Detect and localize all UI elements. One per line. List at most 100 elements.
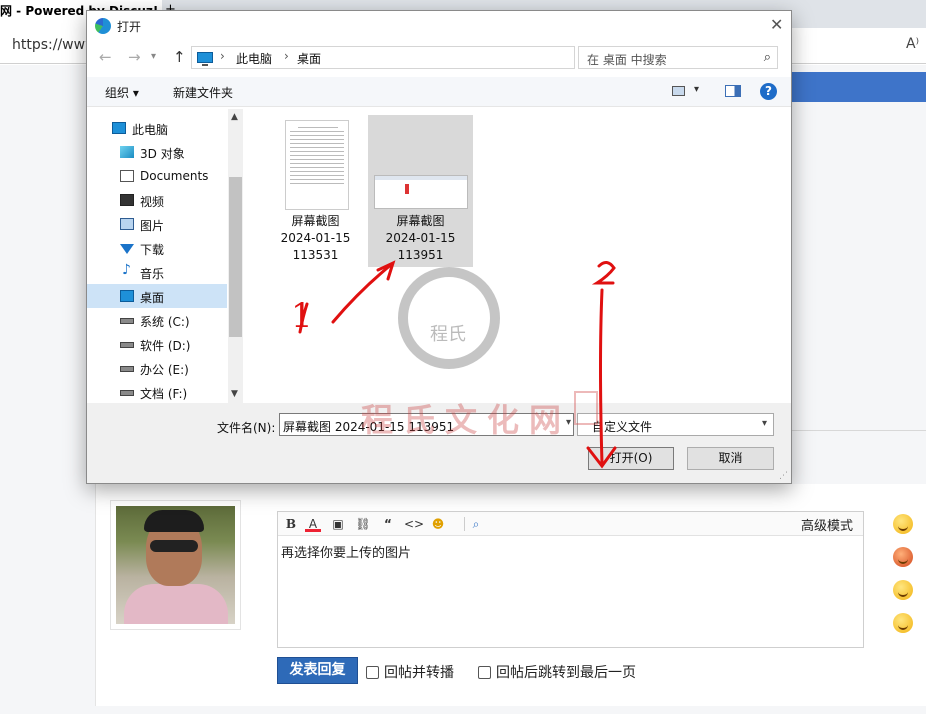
filename-dropdown-icon[interactable]: ▾	[566, 417, 571, 428]
download-icon	[120, 244, 134, 254]
emoji-icon[interactable]: ☻	[430, 516, 446, 532]
advanced-mode-link[interactable]: 高级模式	[801, 515, 853, 534]
tree-item-drive-d[interactable]: 软件 (D:)	[87, 332, 227, 356]
code-icon[interactable]: <>	[404, 516, 424, 532]
submit-reply-button[interactable]: 发表回复	[277, 657, 358, 684]
reply-editor: B A ▣ ⛓ “ <> ☻ ⌕ 高级模式 再选择你要上传的图片	[277, 511, 864, 648]
forward-arrow-icon[interactable]: →	[128, 48, 141, 66]
jump-last-label: 回帖后跳转到最后一页	[496, 665, 636, 681]
search-placeholder: 在 桌面 中搜索	[587, 53, 667, 67]
navigation-row: ← → ▾ ↑ › 此电脑 › 桌面 ▾ ↻ 在 桌面 中搜索 ⌕	[87, 46, 791, 70]
avatar-hair	[144, 510, 204, 532]
view-dropdown-icon[interactable]: ▾	[694, 84, 699, 95]
new-folder-button[interactable]: 新建文件夹	[173, 84, 233, 101]
smiley-icon[interactable]	[893, 580, 913, 600]
jump-last-checkbox[interactable]	[478, 665, 491, 679]
tree-item-label: 文档 (F:)	[140, 387, 188, 401]
tree-item-drive-f[interactable]: 文档 (F:)	[87, 380, 227, 403]
tree-item-label: 视频	[140, 195, 165, 209]
tree-item-label: 图片	[140, 219, 165, 233]
font-color-icon[interactable]: A	[305, 516, 321, 532]
close-button[interactable]: ✕	[770, 15, 783, 34]
music-icon: ♪	[122, 262, 131, 278]
address-path[interactable]: › 此电脑 › 桌面 ▾ ↻	[191, 46, 670, 69]
filetype-dropdown-icon[interactable]: ▾	[762, 418, 767, 429]
avatar-sunglasses	[150, 540, 198, 552]
breadcrumb-this-pc[interactable]: 此电脑	[236, 50, 272, 67]
breadcrumb-separator: ›	[220, 49, 225, 63]
computer-icon	[197, 52, 213, 66]
editor-content[interactable]: 再选择你要上传的图片	[278, 536, 863, 567]
organize-menu[interactable]: 组织 ▾	[105, 84, 139, 101]
drive-icon	[120, 390, 134, 396]
tree-item-downloads[interactable]: 下载	[87, 236, 227, 260]
tree-item-drive-c[interactable]: 系统 (C:)	[87, 308, 227, 332]
drive-icon	[120, 342, 134, 348]
dialog-title: 打开	[117, 20, 142, 34]
scroll-up-icon[interactable]: ▲	[231, 112, 238, 122]
open-button[interactable]: 打开(O)	[588, 447, 674, 470]
navigation-scrollbar[interactable]: ▲ ▼	[228, 109, 243, 403]
toolbar-separator	[464, 517, 465, 531]
bold-icon[interactable]: B	[283, 516, 299, 532]
search-icon[interactable]: ⌕	[764, 50, 771, 65]
search-field[interactable]: 在 桌面 中搜索 ⌕	[578, 46, 778, 69]
repost-checkbox[interactable]	[366, 665, 379, 679]
drive-icon	[120, 366, 134, 372]
tree-item-pictures[interactable]: 图片	[87, 212, 227, 236]
view-mode-icon[interactable]	[672, 86, 685, 96]
browser-logo-icon	[95, 18, 111, 34]
avatar[interactable]	[116, 506, 235, 624]
filename-input[interactable]: 屏幕截图 2024-01-15 113951 ▾	[279, 413, 574, 436]
attachment-icon[interactable]: ⌕	[468, 516, 484, 532]
smiley-icon[interactable]	[893, 613, 913, 633]
resize-grip-icon[interactable]: ⋰	[779, 471, 788, 481]
dialog-toolbar: 组织 ▾ 新建文件夹 ▾ ?	[87, 77, 791, 107]
file-item-selected[interactable]: 屏幕截图 2024-01-15 113951	[368, 115, 473, 267]
help-icon[interactable]: ?	[760, 83, 777, 100]
filetype-select[interactable]: 自定义文件 ▾	[577, 413, 774, 436]
filename-value: 屏幕截图 2024-01-15 113951	[283, 420, 455, 434]
tree-item-this-pc[interactable]: 此电脑	[87, 116, 227, 140]
navigation-pane: 此电脑 3D 对象 Documents 视频 图片 下载 ♪ 音乐 桌面 系统 …	[87, 109, 243, 403]
dialog-title-bar[interactable]: 打开 ✕	[87, 11, 791, 41]
scroll-down-icon[interactable]: ▼	[231, 389, 238, 399]
filetype-value: 自定义文件	[592, 420, 653, 434]
breadcrumb-separator: ›	[284, 49, 289, 63]
desktop-icon	[120, 290, 134, 302]
tree-item-videos[interactable]: 视频	[87, 188, 227, 212]
repost-label: 回帖并转播	[384, 665, 454, 681]
tree-item-3d-objects[interactable]: 3D 对象	[87, 140, 227, 164]
smiley-icon[interactable]	[893, 514, 913, 534]
tree-item-label: 软件 (D:)	[140, 339, 191, 353]
preview-pane-icon[interactable]	[725, 85, 741, 97]
document-icon	[120, 170, 134, 182]
tree-item-label: 此电脑	[132, 123, 169, 137]
scrollbar-thumb[interactable]	[229, 177, 242, 337]
back-arrow-icon[interactable]: ←	[99, 48, 112, 66]
tree-item-music[interactable]: ♪ 音乐	[87, 260, 227, 284]
image-icon[interactable]: ▣	[330, 516, 346, 532]
tree-item-documents[interactable]: Documents	[87, 164, 227, 188]
tree-item-label: 3D 对象	[140, 147, 185, 161]
cancel-button[interactable]: 取消	[687, 447, 774, 470]
jump-last-option[interactable]: 回帖后跳转到最后一页	[478, 662, 636, 682]
tree-item-desktop[interactable]: 桌面	[87, 284, 227, 308]
file-item[interactable]: 屏幕截图 2024-01-15 113531	[263, 115, 368, 267]
up-arrow-icon[interactable]: ↑	[173, 48, 186, 66]
link-icon[interactable]: ⛓	[355, 516, 371, 532]
divider	[792, 430, 926, 431]
document-thumbnail-icon	[285, 120, 349, 210]
read-aloud-icon[interactable]: A⁾	[906, 36, 919, 52]
url-text[interactable]: https://www	[12, 37, 97, 53]
recent-dropdown-icon[interactable]: ▾	[151, 51, 156, 62]
smiley-icon[interactable]	[893, 547, 913, 567]
drive-icon	[120, 318, 134, 324]
avatar-shirt	[124, 584, 228, 624]
breadcrumb-desktop[interactable]: 桌面	[297, 50, 321, 67]
quote-icon[interactable]: “	[380, 516, 396, 532]
tree-item-label: 办公 (E:)	[140, 363, 189, 377]
filename-label: 文件名(N):	[217, 421, 276, 435]
tree-item-drive-e[interactable]: 办公 (E:)	[87, 356, 227, 380]
repost-option[interactable]: 回帖并转播	[366, 662, 454, 682]
